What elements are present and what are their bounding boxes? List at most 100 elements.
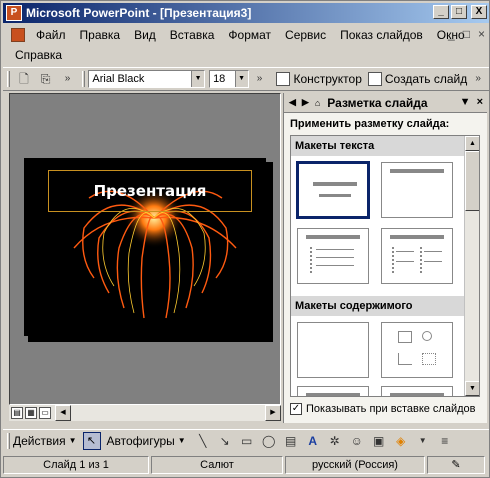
clipart-icon [422,331,432,341]
menu-edit[interactable]: Правка [73,28,128,42]
scroll-down-button[interactable]: ▼ [465,381,479,396]
scroll-right-button[interactable]: ▶ [265,405,281,421]
copy-icon[interactable]: ⎘ [38,71,54,87]
layout-blank[interactable] [297,322,369,378]
menu-view[interactable]: Вид [127,28,163,42]
slide-editing-area[interactable]: Презентация [9,93,281,405]
table-icon [398,331,412,343]
chevron-down-icon: ▼ [177,436,186,445]
arrow-icon[interactable]: ↘ [217,433,233,449]
close-button[interactable]: X [471,5,487,19]
wordart-icon[interactable]: A [305,433,321,449]
maximize-button[interactable]: □ [451,5,467,19]
title-bar[interactable]: P Microsoft PowerPoint - [Презентация3] … [3,3,489,23]
clipart-icon[interactable]: ☺ [349,433,365,449]
rectangle-icon[interactable]: ▭ [239,433,255,449]
taskpane-menu-icon[interactable]: ▼ [460,96,471,108]
menu-tools[interactable]: Сервис [278,28,333,42]
picture-icon[interactable]: ▣ [371,433,387,449]
checkbox-label: Показывать при вставке слайдов [306,403,476,415]
scroll-track[interactable] [71,405,265,421]
oval-icon[interactable]: ◯ [261,433,277,449]
slide-canvas[interactable]: Презентация [24,158,266,336]
font-name-combo[interactable]: Arial Black ▼ [88,70,206,88]
toolbar-options-icon-3[interactable]: » [470,71,486,87]
slide-title: Презентация [93,182,207,200]
horizontal-scrollbar[interactable]: ▤ ▦ ▭ ◀ ▶ [9,405,281,421]
back-arrow-icon[interactable]: ◀ [289,97,296,108]
layout-title-slide[interactable] [296,161,370,219]
checkbox[interactable]: ✓ [290,403,302,415]
designer-icon [276,72,291,86]
taskpane-title: Разметка слайда [327,95,428,110]
apply-layout-label: Применить разметку слайда: [290,118,450,130]
textbox-icon[interactable]: ▤ [283,433,299,449]
taskpane-scrollbar[interactable]: ▲ ▼ [464,136,479,396]
chevron-down-icon[interactable]: ▼ [191,71,205,87]
select-pointer-button[interactable]: ↖ [82,431,101,450]
layout-content-3[interactable] [381,386,453,396]
slide-layout-taskpane: ◀ ▶ ⌂ Разметка слайда ▼ × Применить разм… [283,93,487,423]
spelling-icon[interactable]: ✎ [427,456,485,474]
toolbar-grip[interactable] [7,71,10,87]
chevron-down-icon[interactable]: ▼ [234,71,248,87]
line-style-icon[interactable]: ≡ [437,433,453,449]
layout-title-only[interactable] [381,162,453,218]
new-slide-icon [367,72,382,86]
font-size-combo[interactable]: 18 ▼ [209,70,249,88]
fill-color-icon[interactable]: ◈ [393,433,409,449]
actions-menu[interactable]: Действия ▼ [13,434,77,448]
actions-label: Действия [13,433,66,448]
layout-two-columns[interactable] [381,228,453,284]
new-document-icon[interactable]: 🗋 [16,71,32,87]
scroll-left-button[interactable]: ◀ [55,405,71,421]
menu-format[interactable]: Формат [221,28,278,42]
slide-title-placeholder[interactable]: Презентация [48,170,252,212]
powerpoint-app-icon[interactable]: P [6,5,22,21]
menu-help[interactable]: Справка [3,48,69,62]
toolbar-grip-3[interactable] [7,432,10,449]
diagram-icon[interactable]: ✲ [327,433,343,449]
show-on-insert-checkbox[interactable]: ✓ Показывать при вставке слайдов [290,403,476,415]
minimize-button[interactable]: _ [433,5,449,19]
toolbar-grip-2[interactable] [82,71,86,87]
doc-minimize-button[interactable]: _ [448,27,455,41]
scroll-thumb[interactable] [465,151,479,211]
status-design: Салют [151,456,283,474]
toolbar-options-icon[interactable]: » [60,71,76,87]
layout-title-text[interactable] [297,228,369,284]
app-window: P Microsoft PowerPoint - [Презентация3] … [0,0,490,478]
document-icon[interactable] [11,28,25,42]
taskpane-close-icon[interactable]: × [477,96,483,108]
layout-content[interactable] [381,322,453,378]
toolbar-options-icon-2[interactable]: » [252,71,268,87]
designer-button[interactable]: Конструктор [276,72,362,86]
new-slide-button[interactable]: Создать слайд [367,72,468,86]
formatting-toolbar: 🗋 ⎘ » Arial Black ▼ 18 ▼ » Конструктор С… [3,67,489,91]
autoshapes-menu[interactable]: Автофигуры ▼ [107,434,186,448]
doc-close-button[interactable]: × [478,27,485,41]
menu-bar: Файл Правка Вид Вставка Формат Сервис По… [3,25,489,65]
menu-file[interactable]: Файл [29,28,73,42]
doc-restore-button[interactable]: □ [463,27,470,41]
normal-view-icon[interactable]: ▤ [11,407,23,419]
forward-arrow-icon[interactable]: ▶ [302,97,309,108]
slideshow-icon[interactable]: ▭ [39,407,51,419]
new-slide-label: Создать слайд [384,72,468,86]
scroll-up-button[interactable]: ▲ [465,136,479,151]
layout-content-2[interactable] [297,386,369,396]
home-icon[interactable]: ⌂ [315,98,320,108]
menu-insert[interactable]: Вставка [163,28,222,42]
designer-label: Конструктор [293,72,362,86]
menu-slideshow[interactable]: Показ слайдов [333,28,430,42]
chevron-down-icon[interactable]: ▼ [415,433,431,449]
autoshapes-label: Автофигуры [106,433,175,448]
slide-sorter-icon[interactable]: ▦ [25,407,37,419]
status-bar: Слайд 1 из 1 Салют русский (Россия) ✎ [3,455,489,475]
font-size-value: 18 [213,73,226,85]
line-icon[interactable]: ╲ [195,433,211,449]
layout-list[interactable]: Макеты текста Макеты содержимого ▲ ▼ [290,135,480,397]
status-slide-info: Слайд 1 из 1 [3,456,149,474]
diagram-icon [422,353,436,365]
group-content-layouts: Макеты содержимого [291,296,479,316]
